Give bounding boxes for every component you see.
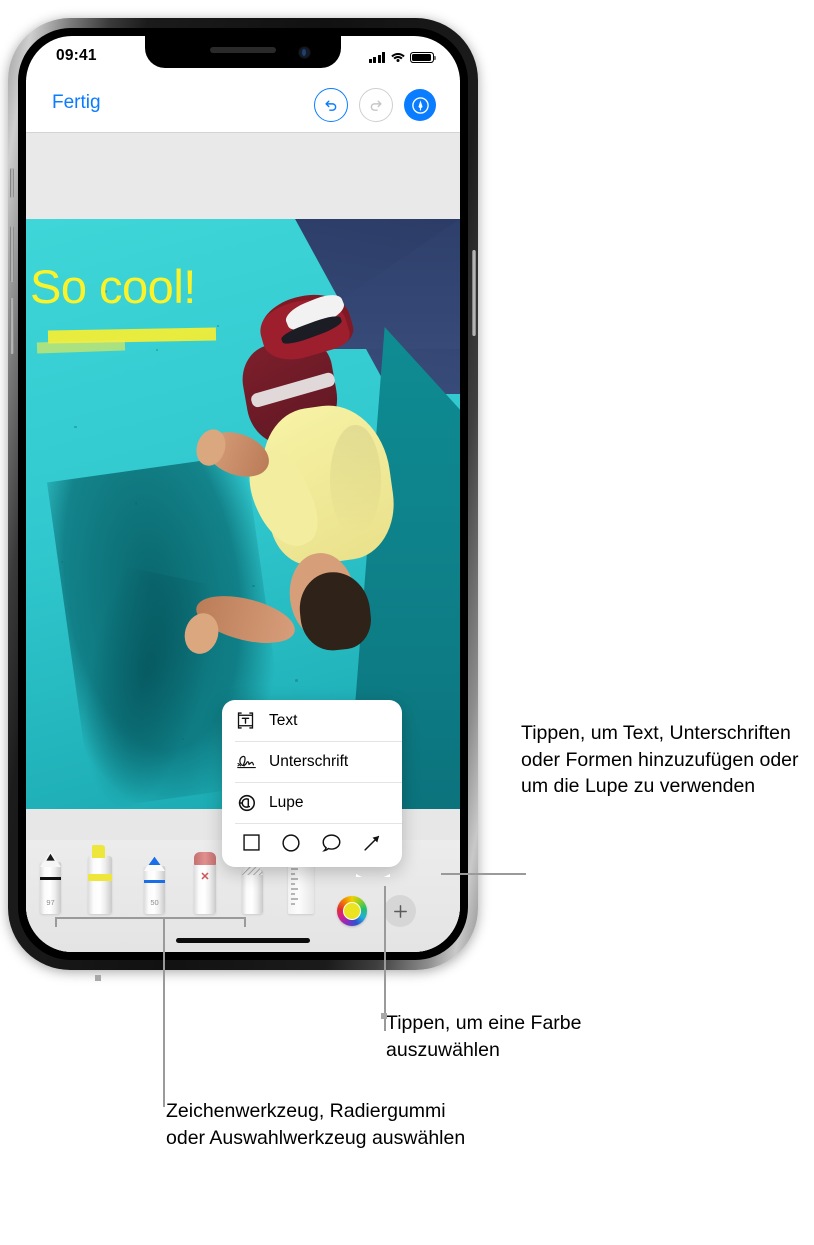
marker-size-label: 50 bbox=[150, 898, 159, 907]
plus-icon bbox=[393, 904, 407, 918]
battery-icon bbox=[410, 51, 437, 63]
phone-bezel: 09:41 Fertig So cool! Text Unterschrift … bbox=[18, 28, 468, 960]
leader-dot-tools bbox=[95, 975, 101, 981]
eraser-tool[interactable]: ✕ bbox=[194, 850, 216, 914]
photo-person bbox=[179, 284, 452, 756]
popup-item-label: Lupe bbox=[269, 793, 304, 811]
mute-switch[interactable] bbox=[10, 168, 14, 198]
arrow-shape-icon[interactable] bbox=[361, 832, 383, 859]
magnifier-icon bbox=[235, 792, 269, 814]
popup-item-label: Unterschrift bbox=[269, 752, 349, 770]
circle-shape-icon[interactable] bbox=[280, 832, 302, 859]
popup-shapes-row bbox=[222, 823, 402, 867]
status-indicators bbox=[368, 49, 437, 63]
undo-arrow-icon bbox=[325, 100, 337, 111]
callout-tools-text: Zeichenwerkzeug, Radiergummi oder Auswah… bbox=[166, 1100, 466, 1149]
navbar-separator bbox=[26, 132, 460, 133]
markup-canvas-area: So cool! Text Unterschrift Lupe 97 50 ✕ bbox=[26, 133, 460, 952]
volume-down-button[interactable] bbox=[10, 298, 14, 354]
eraser-x-mark: ✕ bbox=[200, 871, 210, 883]
leader-line-add bbox=[441, 873, 526, 875]
pen-tip-icon bbox=[40, 851, 61, 867]
power-button[interactable] bbox=[472, 250, 476, 336]
popup-item-signature[interactable]: Unterschrift bbox=[222, 741, 402, 782]
highlighter-tip-icon bbox=[92, 845, 105, 858]
pen-size-label: 97 bbox=[46, 898, 55, 907]
undo-button[interactable] bbox=[314, 88, 348, 122]
highlighter-tool[interactable] bbox=[88, 844, 112, 914]
leader-line-tools-vertical bbox=[163, 917, 165, 1107]
done-button[interactable]: Fertig bbox=[52, 92, 101, 114]
marker-tool[interactable]: 50 bbox=[144, 856, 165, 914]
nav-actions bbox=[314, 88, 436, 122]
phone-screen: 09:41 Fertig So cool! Text Unterschrift … bbox=[26, 36, 460, 952]
phone-frame: 09:41 Fertig So cool! Text Unterschrift … bbox=[8, 18, 478, 970]
redo-arrow-icon bbox=[370, 100, 382, 111]
color-wheel-button[interactable] bbox=[337, 896, 367, 926]
wifi-icon bbox=[388, 52, 407, 63]
text-box-icon bbox=[235, 710, 269, 731]
redo-button[interactable] bbox=[359, 88, 393, 122]
markup-pen-icon bbox=[411, 96, 429, 114]
square-shape-icon[interactable] bbox=[241, 832, 262, 858]
volume-up-button[interactable] bbox=[10, 226, 14, 282]
popup-item-text[interactable]: Text bbox=[222, 700, 402, 741]
front-camera-icon bbox=[298, 46, 311, 59]
marker-tip-icon bbox=[144, 856, 165, 871]
callout-color-text: Tippen, um eine Farbe auszuwählen bbox=[386, 1012, 582, 1061]
markup-button[interactable] bbox=[404, 89, 436, 121]
cellular-signal-icon bbox=[368, 52, 385, 63]
leader-bracket-tools-left bbox=[55, 917, 57, 927]
signature-icon bbox=[235, 752, 269, 772]
status-time: 09:41 bbox=[56, 47, 97, 64]
pen-tool[interactable]: 97 bbox=[40, 851, 61, 914]
add-markup-button[interactable] bbox=[384, 895, 416, 927]
leader-bracket-tools-right bbox=[244, 917, 246, 927]
display-notch bbox=[145, 36, 341, 68]
eraser-head-icon bbox=[194, 852, 216, 865]
home-indicator[interactable] bbox=[176, 938, 310, 943]
popup-item-magnifier[interactable]: Lupe bbox=[222, 782, 402, 823]
photo-annotation-text: So cool! bbox=[30, 260, 196, 313]
earpiece-speaker bbox=[210, 47, 276, 53]
speech-bubble-shape-icon[interactable] bbox=[320, 832, 343, 859]
popup-item-label: Text bbox=[269, 711, 298, 729]
popup-tail bbox=[356, 866, 390, 877]
callout-add-text: Tippen, um Text, Unterschriften oder For… bbox=[521, 722, 799, 798]
add-markup-popup: Text Unterschrift Lupe bbox=[222, 700, 402, 877]
leader-line-color-vertical bbox=[384, 886, 386, 1031]
leader-dot-color bbox=[381, 1013, 387, 1019]
navigation-bar: Fertig bbox=[26, 80, 460, 132]
leader-bracket-tools-top bbox=[55, 917, 245, 919]
